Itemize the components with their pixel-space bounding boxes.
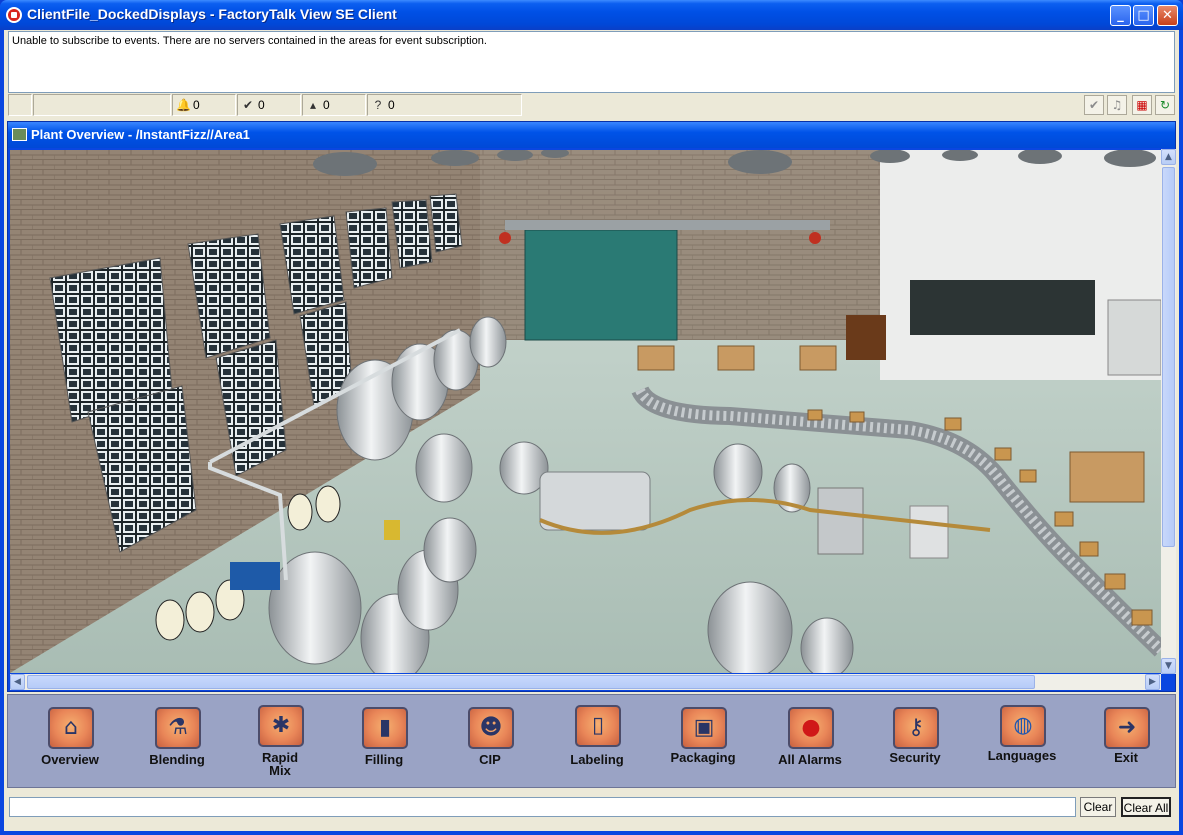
diagnostics-status-bar: Clear Clear All: [7, 794, 1176, 820]
alarm-count-value: 0: [388, 98, 395, 112]
mixer-glyph: ✱: [271, 713, 291, 738]
clear-all-button[interactable]: Clear All: [1121, 797, 1171, 817]
nav-button-blending[interactable]: ⚗ Blending: [129, 701, 225, 785]
event-message-text: Unable to subscribe to events. There are…: [12, 35, 487, 47]
status-cell-blank: [8, 94, 32, 116]
minimize-button[interactable]: _: [1110, 5, 1131, 26]
title-bar[interactable]: ClientFile_DockedDisplays - FactoryTalk …: [0, 0, 1183, 30]
nav-label: Security: [889, 750, 941, 765]
maximize-button[interactable]: □: [1133, 5, 1154, 26]
alarm-count-value: 0: [323, 98, 330, 112]
globe-glyph: ◍: [1013, 713, 1033, 738]
box-glyph: ▣: [693, 715, 715, 740]
event-message-box[interactable]: Unable to subscribe to events. There are…: [8, 31, 1175, 93]
horizontal-scrollbar[interactable]: ◀ ▶: [10, 674, 1161, 690]
exit-runner-icon: ➜: [1104, 707, 1150, 749]
worker-icon: ☻: [468, 707, 514, 749]
nav-button-filling[interactable]: ▮ Filling: [336, 701, 432, 785]
nav-button-cip[interactable]: ☻ CIP: [442, 701, 538, 785]
acknowledged-icon: ✔: [242, 98, 254, 112]
close-button[interactable]: ✕: [1157, 5, 1178, 26]
nav-label: Overview: [41, 752, 99, 767]
alarm-count-value: 0: [258, 98, 265, 112]
alarm-count-active: 🔔 0: [172, 94, 236, 116]
alarm-light-glyph: ●: [801, 715, 821, 740]
bottle-icon: ▮: [362, 707, 408, 749]
nav-button-exit[interactable]: ➜ Exit: [1078, 701, 1174, 785]
nav-label: Labeling: [570, 752, 624, 767]
nav-button-languages[interactable]: ◍ Languages: [974, 701, 1070, 785]
navigation-bar: ⌂ Overview ⚗ Blending ✱ Rapid Mix ▮ Fill…: [7, 694, 1176, 788]
acknowledge-button[interactable]: ✔: [1084, 95, 1104, 115]
plant-scene[interactable]: [10, 150, 1161, 673]
nav-button-labeling[interactable]: ▯ Labeling: [549, 701, 645, 785]
exit-glyph: ➜: [1117, 715, 1137, 740]
worker-glyph: ☻: [479, 715, 503, 740]
nav-label: Packaging: [670, 750, 736, 765]
label-bottle-icon: ▯: [575, 705, 621, 747]
scroll-right-arrow[interactable]: ▶: [1145, 674, 1160, 690]
alarm-light-icon: ●: [788, 707, 834, 749]
nav-button-rapid-mix[interactable]: ✱ Rapid Mix: [232, 701, 328, 785]
client-area: Unable to subscribe to events. There are…: [4, 30, 1179, 831]
key-icon: ⚷: [893, 707, 939, 749]
key-glyph: ⚷: [907, 715, 925, 740]
nav-label: Languages: [987, 748, 1057, 763]
status-cell-empty: [33, 94, 171, 116]
silence-icon: ♫: [1111, 98, 1123, 112]
alarm-summary-button[interactable]: ▦: [1132, 95, 1152, 115]
unknown-icon: ?: [374, 98, 382, 112]
nav-label: All Alarms: [778, 752, 842, 767]
alarm-status-bar: 🔔 0 ✔ 0 ▴ 0 ? 0 ✔ ♫ ▦ ↻: [8, 94, 1175, 116]
house-icon: ⌂: [48, 707, 94, 749]
horizontal-scroll-thumb[interactable]: [27, 675, 1035, 689]
vertical-scrollbar[interactable]: ▲ ▼: [1161, 149, 1176, 674]
nav-label: Filling: [364, 752, 404, 767]
diagnostics-message-field[interactable]: [9, 797, 1076, 817]
alarm-count-unknown: ? 0: [367, 94, 522, 116]
house-glyph: ⌂: [64, 715, 78, 740]
label-bottle-glyph: ▯: [591, 713, 605, 738]
scroll-left-arrow[interactable]: ◀: [10, 674, 25, 690]
alarm-count-value: 0: [193, 98, 200, 112]
nav-label: Exit: [1114, 750, 1138, 765]
plant-illustration: [10, 150, 1161, 673]
nav-label: Blending: [149, 752, 205, 767]
scroll-up-arrow[interactable]: ▲: [1161, 149, 1176, 165]
nav-button-security[interactable]: ⚷ Security: [867, 701, 963, 785]
display-icon: [12, 128, 27, 141]
scroll-down-arrow[interactable]: ▼: [1161, 658, 1176, 674]
alarm-summary-icon: ▦: [1136, 98, 1148, 112]
window-title: ClientFile_DockedDisplays - FactoryTalk …: [27, 6, 397, 22]
beaker-icon: ⚗: [155, 707, 201, 749]
shelved-icon: ▴: [309, 98, 317, 112]
nav-label: Rapid Mix: [261, 750, 299, 778]
plant-overview-display: Plant Overview - /InstantFizz//Area1 ▲ ▼…: [7, 121, 1176, 692]
checkmark-icon: ✔: [1088, 98, 1100, 112]
clear-button[interactable]: Clear: [1080, 797, 1116, 817]
refresh-icon: ↻: [1159, 98, 1171, 112]
nav-button-packaging[interactable]: ▣ Packaging: [655, 701, 751, 785]
alarm-count-shelved: ▴ 0: [302, 94, 366, 116]
display-title: Plant Overview - /InstantFizz//Area1: [31, 127, 250, 142]
app-icon[interactable]: [6, 7, 22, 23]
display-title-bar: Plant Overview - /InstantFizz//Area1: [8, 122, 1175, 148]
bell-icon: 🔔: [176, 98, 191, 112]
globe-icon: ◍: [1000, 705, 1046, 747]
alarm-count-acknowledged: ✔ 0: [237, 94, 301, 116]
beaker-glyph: ⚗: [168, 715, 188, 740]
bottle-glyph: ▮: [378, 715, 392, 740]
vertical-scroll-thumb[interactable]: [1162, 167, 1175, 547]
refresh-button[interactable]: ↻: [1155, 95, 1175, 115]
nav-label: CIP: [479, 752, 501, 767]
nav-button-overview[interactable]: ⌂ Overview: [22, 701, 118, 785]
nav-button-all-alarms[interactable]: ● All Alarms: [762, 701, 858, 785]
silence-button[interactable]: ♫: [1107, 95, 1127, 115]
mixer-icon: ✱: [258, 705, 304, 747]
main-window: ClientFile_DockedDisplays - FactoryTalk …: [0, 0, 1183, 835]
box-icon: ▣: [681, 707, 727, 749]
